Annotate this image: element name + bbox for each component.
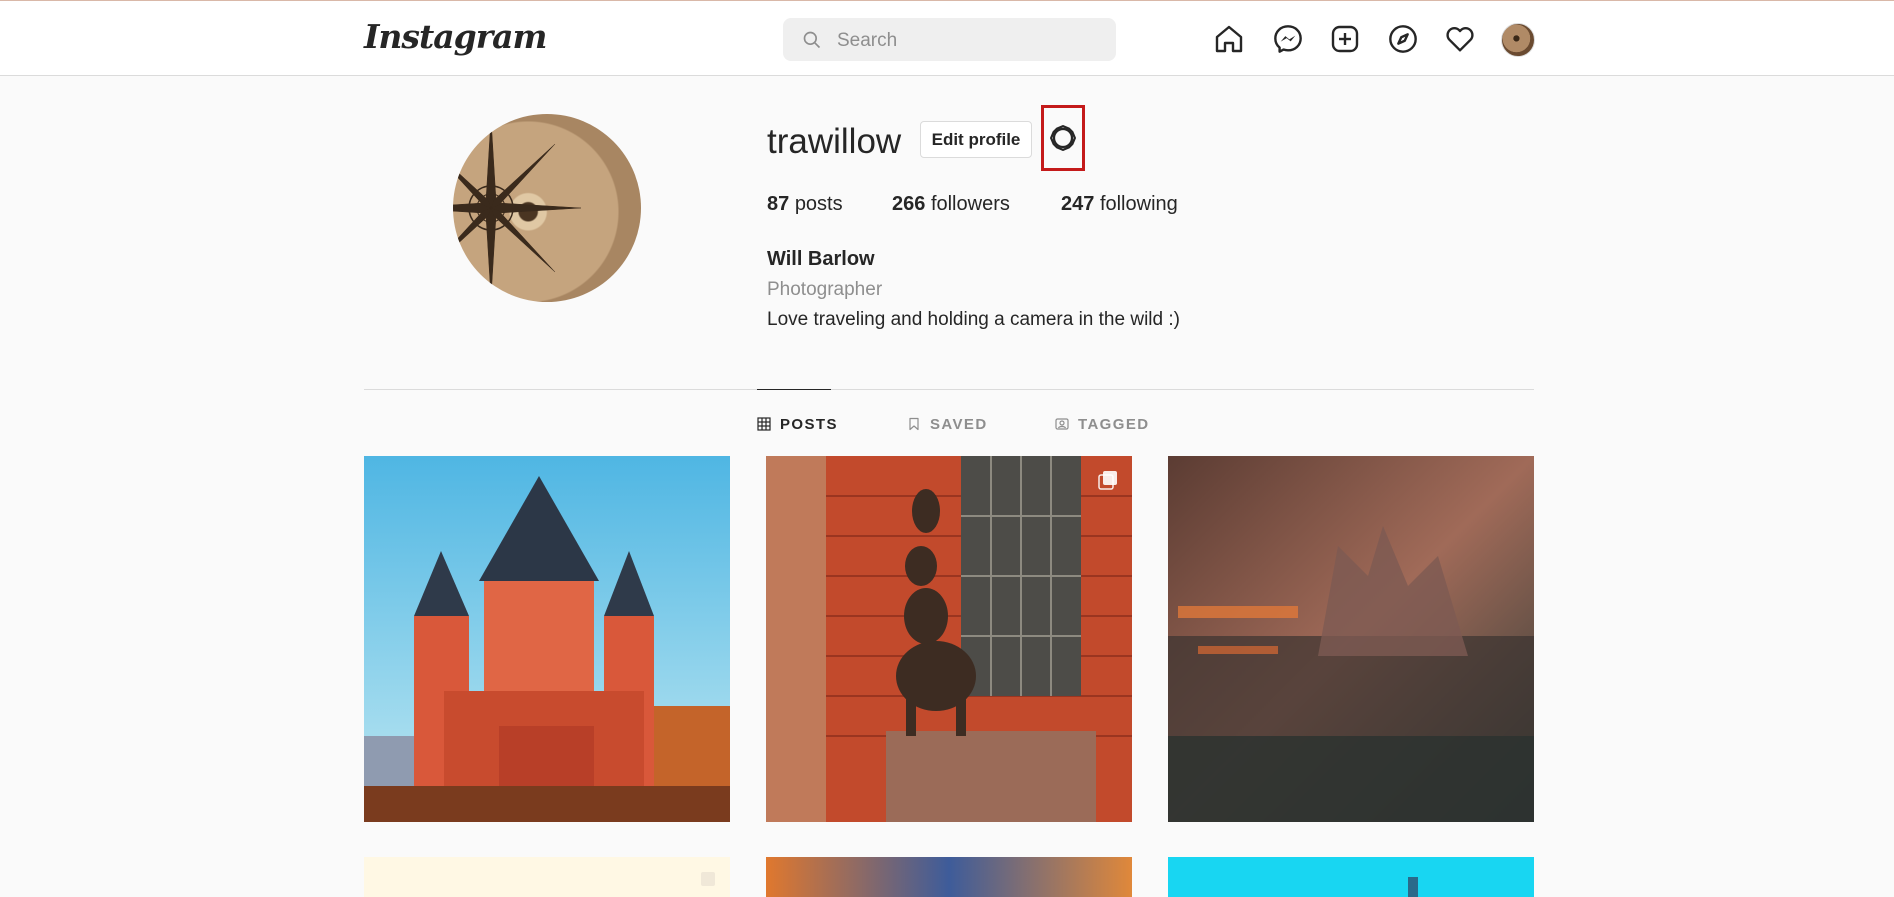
- post-thumbnail[interactable]: [1168, 857, 1534, 897]
- following-label: following: [1099, 193, 1178, 215]
- edit-profile-button[interactable]: Edit profile: [920, 121, 1032, 158]
- cathedral-photo: [364, 456, 730, 822]
- posts-count: 87 posts: [767, 193, 843, 216]
- pale-photo: [364, 857, 730, 897]
- search-input[interactable]: [835, 18, 1099, 63]
- post-thumbnail[interactable]: [364, 857, 730, 897]
- bremen-musicians-photo: [766, 456, 1132, 822]
- tab-tagged[interactable]: TAGGED: [1055, 413, 1149, 435]
- followers-number: 266: [892, 193, 926, 215]
- profile-full-name: Will Barlow: [767, 248, 875, 270]
- profile-bio: Love traveling and holding a camera in t…: [767, 309, 1180, 330]
- instagram-logo[interactable]: Instagram: [364, 15, 547, 59]
- sunset-photo: [766, 857, 1132, 897]
- messenger-icon[interactable]: [1272, 23, 1304, 55]
- tab-saved-label: SAVED: [930, 415, 988, 433]
- home-icon[interactable]: [1213, 23, 1245, 55]
- post-thumbnail[interactable]: [766, 857, 1132, 897]
- grid-icon: [757, 417, 771, 431]
- posts-number: 87: [767, 193, 790, 215]
- multiple-photos-icon: [701, 872, 715, 886]
- profile-avatar-icon[interactable]: [1501, 23, 1535, 57]
- explore-icon[interactable]: [1387, 23, 1419, 55]
- new-post-icon[interactable]: [1329, 23, 1361, 55]
- profile-username: trawillow: [767, 122, 902, 161]
- profile-picture[interactable]: [453, 114, 641, 302]
- gear-icon: [1050, 125, 1076, 151]
- followers-label: followers: [930, 193, 1010, 215]
- settings-button[interactable]: [1041, 105, 1085, 171]
- tagged-icon: [1055, 418, 1069, 430]
- post-thumbnail[interactable]: [364, 456, 730, 822]
- tab-saved[interactable]: SAVED: [907, 413, 988, 435]
- compass-rose-icon: [453, 117, 582, 299]
- top-navigation-bar: Instagram: [0, 1, 1894, 76]
- search-box[interactable]: [783, 18, 1116, 63]
- multiple-photos-icon: [1098, 471, 1117, 490]
- followers-count[interactable]: 266 followers: [892, 193, 1010, 216]
- post-thumbnail[interactable]: [1168, 456, 1534, 822]
- rainy-window-photo: [1168, 456, 1534, 822]
- tab-tagged-label: TAGGED: [1078, 415, 1150, 433]
- post-thumbnail[interactable]: [766, 456, 1132, 822]
- following-number: 247: [1061, 193, 1095, 215]
- tab-posts-label: POSTS: [780, 415, 838, 433]
- cyan-sky-photo: [1168, 857, 1534, 897]
- tabs-divider: [364, 389, 1534, 390]
- active-tab-indicator: [757, 389, 831, 390]
- search-icon: [803, 31, 821, 49]
- tab-posts[interactable]: POSTS: [757, 413, 838, 435]
- activity-heart-icon[interactable]: [1444, 23, 1476, 55]
- posts-label: posts: [794, 193, 843, 215]
- profile-category: Photographer: [767, 279, 883, 300]
- following-count[interactable]: 247 following: [1061, 193, 1178, 216]
- bookmark-icon: [909, 417, 919, 431]
